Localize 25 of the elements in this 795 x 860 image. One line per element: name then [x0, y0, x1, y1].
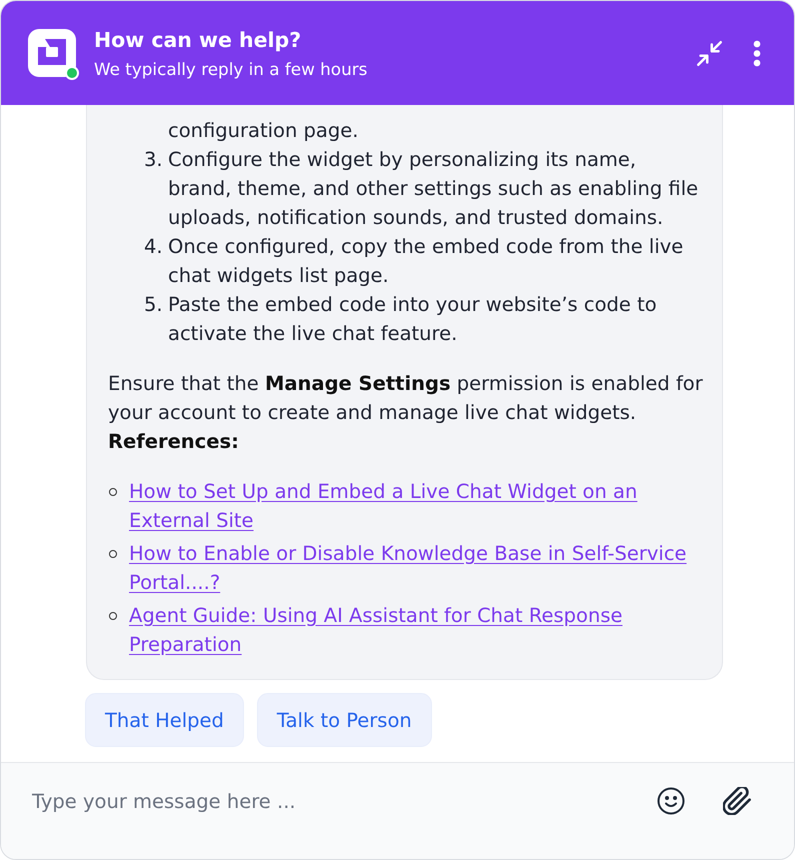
references-heading: References: [108, 429, 240, 455]
quick-reply-button[interactable]: That Helped [85, 693, 244, 747]
step-number: 3. [144, 147, 164, 173]
chat-logo-icon [28, 29, 76, 77]
step-text: Paste the embed code into your website’s code to activate the live chat feature. [168, 292, 658, 347]
more-options-icon[interactable] [753, 40, 761, 66]
bullet-icon [109, 612, 117, 620]
step-number: 5. [144, 292, 164, 318]
reference-link[interactable]: How to Set Up and Embed a Live Chat Widget on an External Site [129, 477, 706, 535]
message-paragraph: Ensure that the Manage Settings permission is enabled for your account to create and manage live chat widgets. [108, 371, 704, 426]
paperclip-icon[interactable] [723, 787, 751, 815]
collapse-icon[interactable] [696, 40, 723, 66]
step-text: Configure the widget by personalizing its name, brand, theme, and other settings such as enabling file uploads, notification sounds, and trusted domains. [168, 147, 700, 231]
step-number: 4. [144, 234, 164, 260]
bullet-icon [109, 550, 117, 558]
reference-link[interactable]: Agent Guide: Using AI Assistant for Chat Response Preparation [129, 601, 706, 659]
reference-link[interactable]: How to Enable or Disable Knowledge Base in Self-Service Portal....? [129, 539, 706, 597]
message-input[interactable]: Type your message here ... [32, 787, 637, 815]
quick-reply-button[interactable]: Talk to Person [256, 693, 432, 747]
header-title: How can we help? [94, 27, 302, 54]
step-text: configuration page. [168, 118, 360, 144]
emoji-icon[interactable] [657, 787, 685, 815]
bullet-icon [109, 488, 117, 496]
header-subtitle: We typically reply in a few hours [94, 58, 368, 80]
step-text: Once configured, copy the embed code from the live chat widgets list page. [168, 234, 684, 289]
